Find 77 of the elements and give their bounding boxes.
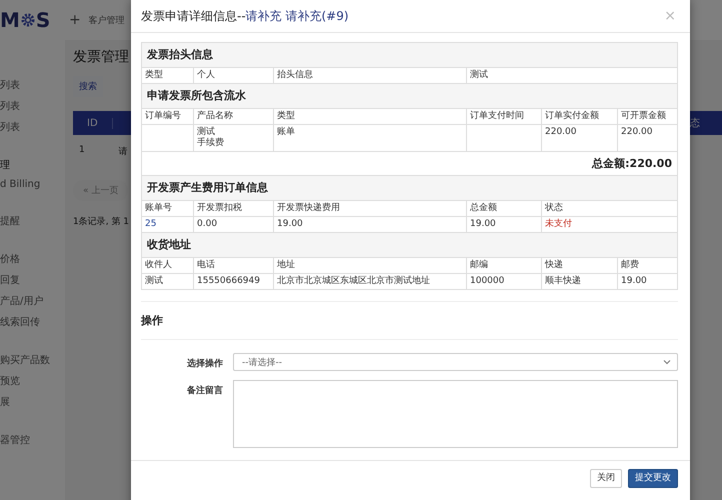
section-heading: 发票抬头信息 [147,48,213,61]
bill-link[interactable]: 25 [145,219,156,229]
table-cell: 开发票扣税 [197,203,242,213]
table-cell: 地址 [277,260,295,270]
field-label: 选择操作 [186,357,224,370]
table-cell: 测试 [470,70,488,80]
close-button[interactable]: × [662,8,678,24]
table-cell: 订单编号 [145,111,181,121]
table-cell: 测试 [145,276,163,286]
section-heading: 开发票产生费用订单信息 [147,181,268,194]
status-text: 未支付 [545,219,572,229]
sidebar-item[interactable]: 预览 [0,374,65,388]
sidebar-group-title: 理 [0,159,11,172]
table-cell: 0.00 [197,219,218,229]
table-cell: 产品名称 [197,111,233,121]
column-header: ID [73,118,113,128]
sidebar-item[interactable]: 回复 [0,273,65,287]
table-cell: 类型 [277,111,295,121]
total-amount: 总金额:220.00 [592,157,672,170]
table-cell: 19.00 [470,219,496,229]
table-cell: 顺丰快递 [545,276,581,286]
table-cell: 邮费 [621,260,639,270]
column-header: 态 [690,116,701,130]
table-cell-text: 请 [118,146,128,158]
add-icon[interactable]: + [69,12,81,28]
table-cell: 收件人 [145,260,172,270]
pagination-summary: 1条记录, 第 1 [73,216,130,228]
sidebar-item[interactable]: 购买产品数 [0,353,65,367]
table-cell: 订单支付时间 [470,111,524,121]
table-cell: 可开票金额 [621,111,666,121]
sidebar-item[interactable]: d Billing [0,179,65,190]
chevron-down-icon [663,359,671,365]
table-cell: 北京市北京城区东城区北京市测试地址 [277,276,430,286]
field-label: 备注留言 [186,384,224,397]
sidebar-item[interactable]: 价格 [0,252,65,266]
table-cell: 手续费 [197,138,224,149]
sidebar-item[interactable]: 器管控 [0,433,65,447]
table-cell: 电话 [197,260,215,270]
table-cell: 类型 [145,70,163,80]
table-cell: 状态 [545,203,563,213]
close-button[interactable]: 关闭 [590,469,622,488]
table-cell-text: 测试 [197,127,215,138]
page-title: 发票管理 [73,48,129,66]
table-cell-text: 1 [79,145,85,157]
sidebar-item[interactable]: 列表 [0,99,65,113]
table-cell: 邮编 [470,260,488,270]
nav-item[interactable]: 客户管理 [88,14,125,26]
logo-text: M [0,8,20,32]
submit-button[interactable]: 提交更改 [628,469,678,488]
table-cell: 220.00 [621,127,652,137]
table-cell: 抬头信息 [277,70,313,80]
table-cell: 19.00 [277,219,303,229]
table-cell: 220.00 [545,127,576,137]
operation-select[interactable]: --请选择-- [233,353,678,371]
sidebar-item[interactable]: 展 [0,395,65,409]
table-cell: 总金额 [470,203,497,213]
table-cell: 订单实付金额 [545,111,599,121]
table-cell: 个人 [197,70,215,80]
gear-icon [20,13,35,27]
table-cell: 15550666949 [197,276,260,286]
section-heading: 收货地址 [147,238,191,251]
table-cell: 账单 [277,127,295,137]
sidebar-item[interactable]: 列表 [0,78,65,92]
dialog-title: 发票申请详细信息--请补充 请补充(#9) [141,8,349,24]
sidebar-item[interactable]: 提醒 [0,214,65,228]
table-cell: 19.00 [621,276,647,286]
section-heading: 申请发票所包含流水 [147,89,246,102]
logo-text: S [36,8,50,32]
sidebar-item[interactable]: 列表 [0,120,65,134]
section-heading: 操作 [141,314,164,328]
sidebar-item[interactable]: 线索回传 [0,315,65,329]
table-cell: 账单号 [145,203,172,213]
remark-field[interactable] [233,380,678,448]
table-cell: 快递 [545,260,563,270]
table-cell: 开发票快递费用 [277,203,340,213]
table-cell: 100000 [470,276,504,286]
sidebar-item[interactable]: 产品/用户 [0,294,65,308]
